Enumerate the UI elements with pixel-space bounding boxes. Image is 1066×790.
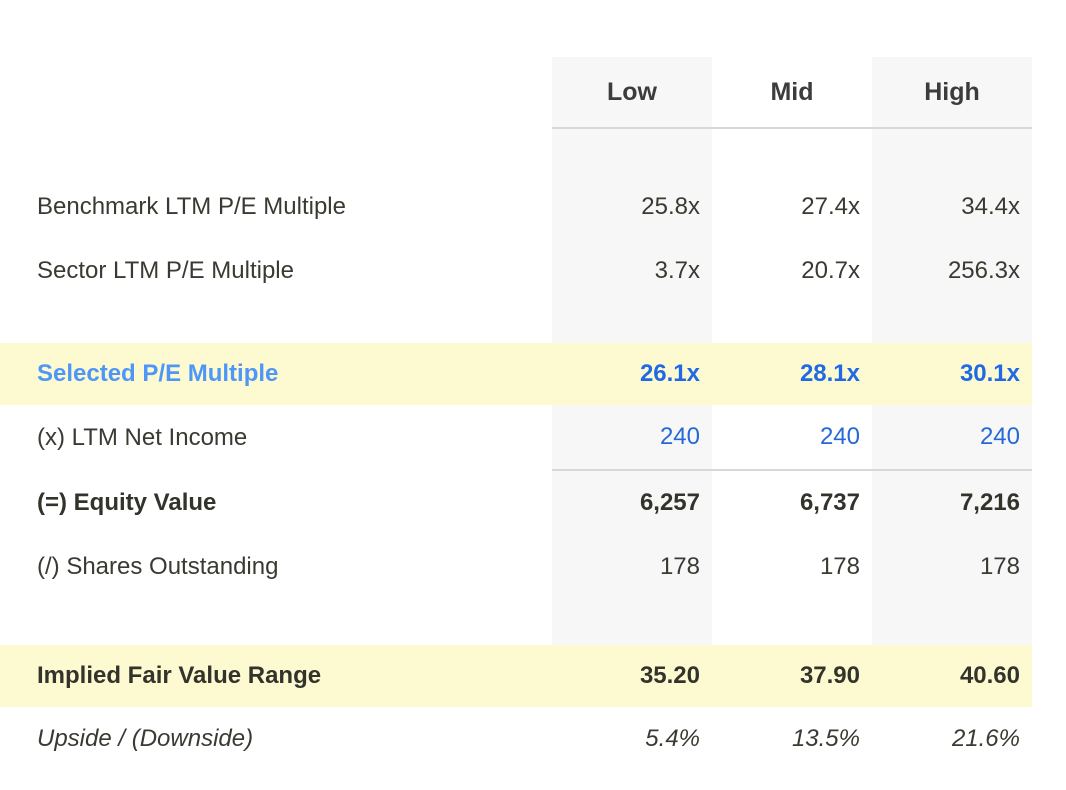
spacer-low bbox=[552, 599, 712, 645]
row-label: Sector LTM P/E Multiple bbox=[0, 239, 552, 303]
table-row-selected-pe-multiple: Selected P/E Multiple 26.1x 28.1x 30.1x bbox=[0, 343, 1032, 405]
cell-high: 34.4x bbox=[872, 175, 1032, 239]
cell-mid: 27.4x bbox=[712, 175, 872, 239]
cell-low: 3.7x bbox=[552, 239, 712, 303]
spacer-mid bbox=[712, 303, 872, 343]
cell-mid: 28.1x bbox=[712, 343, 872, 405]
spacer-label bbox=[0, 599, 552, 645]
table-row-equity-value: (=) Equity Value 6,257 6,737 7,216 bbox=[0, 469, 1032, 535]
spacer-mid bbox=[712, 128, 872, 175]
cell-mid: 178 bbox=[712, 535, 872, 599]
column-header-mid: Mid bbox=[712, 57, 872, 129]
spacer-label bbox=[0, 128, 552, 175]
cell-high: 30.1x bbox=[872, 343, 1032, 405]
valuation-sheet: Low Mid High Benchmark LTM P/E Multiple … bbox=[0, 0, 1066, 790]
row-label: (x) LTM Net Income bbox=[0, 405, 552, 470]
cell-high: 40.60 bbox=[872, 645, 1032, 707]
table-row-upside-downside: Upside / (Downside) 5.4% 13.5% 21.6% bbox=[0, 707, 1032, 771]
row-label: (/) Shares Outstanding bbox=[0, 535, 552, 599]
spacer-high bbox=[872, 303, 1032, 343]
cell-low: 240 bbox=[552, 405, 712, 470]
spacer-low bbox=[552, 303, 712, 343]
spacer-low bbox=[552, 128, 712, 175]
header-row: Low Mid High bbox=[0, 57, 1032, 129]
table-row-ltm-net-income: (x) LTM Net Income 240 240 240 bbox=[0, 405, 1032, 470]
spacer-row bbox=[0, 128, 1032, 175]
cell-low: 6,257 bbox=[552, 469, 712, 535]
column-header-low: Low bbox=[552, 57, 712, 129]
column-header-high: High bbox=[872, 57, 1032, 129]
row-label: Benchmark LTM P/E Multiple bbox=[0, 175, 552, 239]
cell-high: 7,216 bbox=[872, 469, 1032, 535]
column-header-label bbox=[0, 57, 552, 128]
cell-mid: 20.7x bbox=[712, 239, 872, 303]
spacer-mid bbox=[712, 599, 872, 645]
cell-low: 5.4% bbox=[552, 707, 712, 771]
row-label: Upside / (Downside) bbox=[0, 707, 552, 771]
cell-mid: 6,737 bbox=[712, 469, 872, 535]
table-row-implied-fair-value-range: Implied Fair Value Range 35.20 37.90 40.… bbox=[0, 645, 1032, 707]
table-header: Low Mid High bbox=[0, 57, 1032, 129]
table-row-benchmark-ltm-pe-multiple: Benchmark LTM P/E Multiple 25.8x 27.4x 3… bbox=[0, 175, 1032, 239]
spacer-high bbox=[872, 599, 1032, 645]
cell-high: 21.6% bbox=[872, 707, 1032, 771]
spacer-high bbox=[872, 128, 1032, 175]
implied-valuation-table: Low Mid High Benchmark LTM P/E Multiple … bbox=[0, 57, 1032, 771]
cell-mid: 37.90 bbox=[712, 645, 872, 707]
cell-low: 25.8x bbox=[552, 175, 712, 239]
cell-mid: 13.5% bbox=[712, 707, 872, 771]
cell-high: 178 bbox=[872, 535, 1032, 599]
row-label: Selected P/E Multiple bbox=[0, 343, 552, 405]
spacer-row bbox=[0, 599, 1032, 645]
cell-high: 240 bbox=[872, 405, 1032, 470]
table-row-shares-outstanding: (/) Shares Outstanding 178 178 178 bbox=[0, 535, 1032, 599]
table-body: Benchmark LTM P/E Multiple 25.8x 27.4x 3… bbox=[0, 128, 1032, 771]
cell-low: 26.1x bbox=[552, 343, 712, 405]
spacer-row bbox=[0, 303, 1032, 343]
spacer-label bbox=[0, 303, 552, 343]
row-label: (=) Equity Value bbox=[0, 470, 552, 535]
cell-high: 256.3x bbox=[872, 239, 1032, 303]
cell-low: 178 bbox=[552, 535, 712, 599]
row-label: Implied Fair Value Range bbox=[0, 645, 552, 707]
table-row-sector-ltm-pe-multiple: Sector LTM P/E Multiple 3.7x 20.7x 256.3… bbox=[0, 239, 1032, 303]
cell-mid: 240 bbox=[712, 405, 872, 470]
cell-low: 35.20 bbox=[552, 645, 712, 707]
